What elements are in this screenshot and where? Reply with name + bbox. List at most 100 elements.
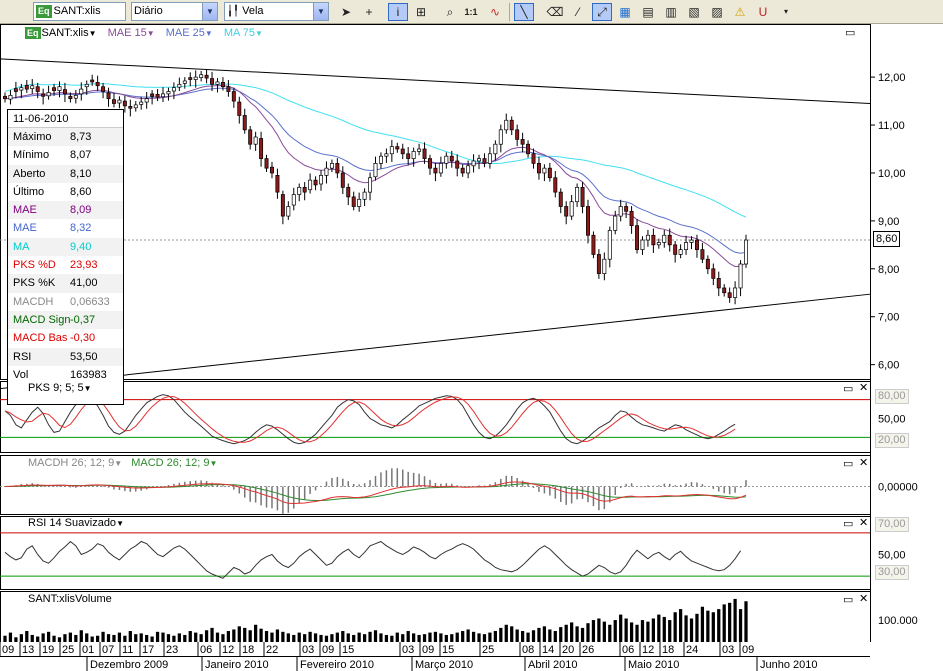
candle-down: [596, 254, 601, 274]
x-day-label: 25: [62, 644, 74, 656]
volume-bar: [444, 634, 448, 642]
candle-down: [231, 91, 236, 102]
magnet-icon[interactable]: U: [753, 3, 773, 21]
volume-bar: [673, 612, 677, 642]
x-month-label: Dezembro 2009: [90, 659, 168, 671]
candle-up: [362, 191, 367, 200]
chart-e-icon[interactable]: ▨: [707, 3, 727, 21]
volume-title[interactable]: SANT:xlisVolume: [28, 593, 112, 605]
x-day-label: 09: [742, 644, 754, 656]
toolbar-more-icon[interactable]: ▾: [776, 3, 796, 21]
volume-bar: [417, 634, 421, 642]
chart-b-icon[interactable]: ▤: [638, 3, 658, 21]
close-icon[interactable]: ✕: [859, 457, 868, 469]
pattern-icon[interactable]: ⊞: [411, 3, 431, 21]
chevron-down-icon[interactable]: ▼: [89, 29, 97, 38]
volume-bar: [646, 621, 650, 642]
volume-bar: [373, 630, 378, 642]
candle-up: [368, 177, 373, 193]
trendline-icon[interactable]: ⁄: [568, 3, 588, 21]
x-day-label: 01: [82, 644, 94, 656]
volume-bar: [286, 633, 290, 642]
volume-bar: [237, 626, 241, 642]
legend-mae15[interactable]: MAE 15: [108, 27, 147, 39]
chevron-down-icon[interactable]: ▼: [116, 519, 124, 528]
alert-icon[interactable]: ⚠: [730, 3, 750, 21]
volume-bar: [221, 634, 225, 642]
candle-down: [68, 95, 73, 100]
scale-1to1-icon[interactable]: 1:1: [461, 3, 481, 21]
candle-up: [493, 143, 498, 155]
maximize-icon[interactable]: ▭: [845, 27, 855, 39]
legend-symbol[interactable]: SANT:xlis: [42, 27, 89, 39]
pks-title[interactable]: PKS 9; 5; 5: [28, 382, 84, 394]
candle-down: [128, 106, 133, 109]
data-window-row: MACD Sign -0,37: [8, 310, 123, 330]
volume-bar: [215, 632, 220, 642]
volume-bar: [36, 636, 40, 642]
volume-bar: [313, 633, 318, 642]
candle-up: [182, 80, 187, 84]
line-tool-icon[interactable]: ╲: [514, 3, 534, 21]
candle-down: [433, 167, 438, 174]
volume-bar: [608, 624, 612, 642]
candle-up: [373, 163, 378, 178]
chart-a-icon[interactable]: ▦: [615, 3, 635, 21]
candle-up: [662, 234, 667, 243]
rsi-title[interactable]: RSI 14 Suavizado: [28, 517, 116, 529]
macd-title[interactable]: MACD 26; 12; 9: [131, 457, 209, 469]
zoom-icon[interactable]: ⌕: [440, 3, 460, 21]
chevron-down-icon[interactable]: ▼: [84, 384, 92, 393]
maximize-icon[interactable]: ▭: [843, 458, 853, 470]
volume-bar: [248, 630, 252, 642]
chevron-down-icon[interactable]: ▼: [209, 459, 217, 468]
chart-c-icon[interactable]: ▥: [661, 3, 681, 21]
cursor-icon[interactable]: ➤: [336, 3, 356, 21]
x-day-label: 18: [662, 644, 674, 656]
maximize-icon[interactable]: ▭: [843, 594, 853, 606]
candle-down: [536, 163, 541, 174]
chart-d-icon[interactable]: ▧: [684, 3, 704, 21]
period-select[interactable]: Diário ▼: [131, 2, 218, 21]
maximize-icon[interactable]: ▭: [843, 383, 853, 395]
candle-down: [280, 194, 285, 217]
volume-bar: [711, 612, 715, 642]
chevron-down-icon[interactable]: ▼: [147, 29, 155, 38]
candle-down: [395, 146, 400, 150]
macdh-title[interactable]: MACDH 26; 12; 9: [28, 457, 114, 469]
fan-icon[interactable]: ⤢: [592, 3, 612, 21]
info-icon[interactable]: i: [388, 3, 408, 21]
chevron-down-icon[interactable]: ▼: [114, 459, 122, 468]
chevron-down-icon[interactable]: ▼: [202, 3, 217, 20]
volume-bar: [128, 631, 132, 642]
chevron-down-icon[interactable]: ▼: [205, 29, 213, 38]
wave-icon[interactable]: ∿: [485, 3, 505, 21]
x-day-label: 18: [242, 644, 254, 656]
candle-up: [471, 160, 476, 167]
candle-down: [264, 158, 269, 169]
symbol-field[interactable]: Eq SANT:xlis: [33, 2, 126, 21]
price-tick-label: 7,00: [878, 312, 899, 324]
symbol-value: SANT:xlis: [53, 5, 101, 17]
maximize-icon[interactable]: ▭: [843, 518, 853, 530]
data-window-row: Aberto 8,10: [8, 164, 123, 183]
close-icon[interactable]: ✕: [859, 593, 868, 605]
chevron-down-icon[interactable]: ▼: [313, 3, 328, 20]
volume-bar: [700, 606, 705, 642]
candle-up: [46, 92, 51, 97]
candle-down: [400, 148, 405, 155]
eraser-icon[interactable]: ⌫: [545, 3, 565, 21]
candle-up: [177, 83, 182, 88]
close-icon[interactable]: ✕: [859, 382, 868, 394]
legend-mae25[interactable]: MAE 25: [166, 27, 205, 39]
legend-ma75[interactable]: MA 75: [224, 27, 255, 39]
candle-up: [602, 258, 607, 274]
volume-bar: [96, 635, 100, 642]
crosshair-icon[interactable]: +: [359, 3, 379, 21]
volume-bar: [172, 635, 176, 642]
close-icon[interactable]: ✕: [859, 517, 868, 529]
style-select[interactable]: ╽╿ Vela ▼: [224, 2, 329, 21]
chevron-down-icon[interactable]: ▼: [255, 29, 263, 38]
x-day-label: 23: [166, 644, 178, 656]
volume-bar: [25, 631, 29, 642]
